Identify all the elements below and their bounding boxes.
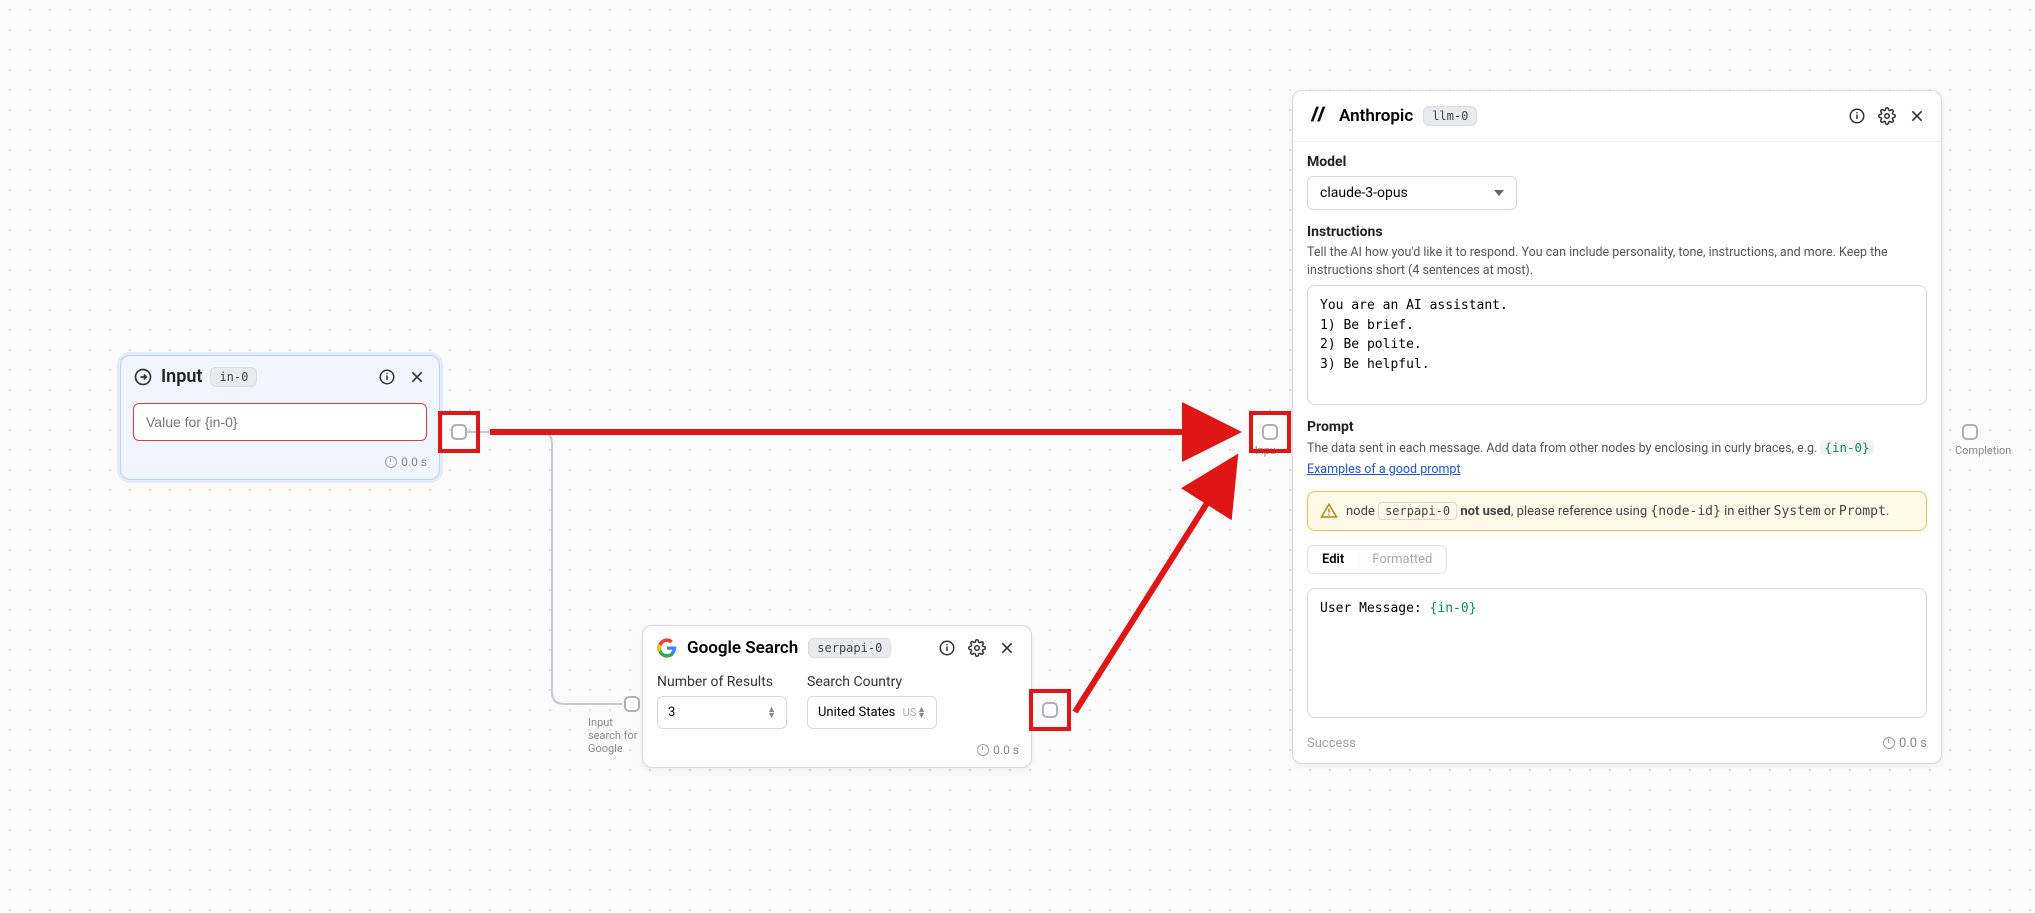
instructions-textarea[interactable]: You are an AI assistant. 1) Be brief. 2)… [1307,285,1927,405]
num-results-stepper[interactable]: 3 ▲▼ [657,696,787,729]
input-node-footer: 0.0 s [121,449,439,479]
google-node-title: Google Search [687,638,798,658]
input-value-field[interactable] [133,403,427,441]
warning-icon [1320,502,1338,520]
model-select[interactable]: claude-3-opus [1307,176,1517,210]
close-icon[interactable] [997,638,1017,658]
input-node-header: Input in-0 [121,356,439,397]
warning-banner: node serpapi-0 not used, please referenc… [1307,491,1927,531]
google-icon [657,638,677,658]
anthropic-status: Success [1307,736,1356,751]
annotation-box-anthropic-in [1249,411,1291,453]
model-label: Model [1307,154,1927,170]
google-in-port-label: Input search for Google [588,716,648,756]
search-country-value: United States [818,705,895,720]
prompt-view-tabs: Edit Formatted [1307,545,1447,574]
anthropic-node-badge: llm-0 [1423,106,1477,126]
tab-edit[interactable]: Edit [1308,546,1358,573]
annotation-box-google-out [1029,689,1071,731]
search-country-select[interactable]: United States US ▲▼ [807,696,937,729]
input-node-title: Input [161,366,202,387]
google-node-badge: serpapi-0 [808,638,891,658]
prompt-examples-link[interactable]: Examples of a good prompt [1307,462,1461,477]
chevron-down-icon [1494,190,1504,196]
prompt-label: Prompt [1307,419,1927,435]
google-node-footer: 0.0 s [643,737,1031,767]
anthropic-node-title: Anthropic [1339,106,1413,126]
annotation-box-input-out [438,411,480,453]
clock-icon [1883,737,1895,749]
input-node-badge: in-0 [210,367,257,387]
prompt-help: The data sent in each message. Add data … [1307,439,1927,458]
instructions-help: Tell the AI how you'd like it to respond… [1307,244,1927,279]
google-node-in-port[interactable] [624,696,640,712]
num-results-label: Number of Results [657,674,787,690]
search-country-label: Search Country [807,674,937,690]
anthropic-node[interactable]: Anthropic llm-0 Model claude-3-opus [1292,90,1942,764]
anthropic-icon [1307,103,1329,129]
anthropic-node-out-port[interactable] [1962,424,1978,440]
flow-canvas[interactable]: Input in-0 0.0 s Google [0,0,2035,913]
clock-icon [385,456,397,468]
stepper-arrows-icon: ▲▼ [917,707,926,719]
instructions-label: Instructions [1307,224,1927,240]
model-value: claude-3-opus [1320,185,1408,201]
input-node-time: 0.0 s [401,455,427,469]
google-node-header: Google Search serpapi-0 [643,626,1031,670]
tab-formatted[interactable]: Formatted [1358,546,1446,573]
info-icon[interactable] [937,638,957,658]
google-search-node[interactable]: Google Search serpapi-0 Number of Result… [642,625,1032,768]
gear-icon[interactable] [967,638,987,658]
info-icon[interactable] [377,367,397,387]
search-country-code: US [903,706,917,719]
stepper-arrows-icon: ▲▼ [767,707,776,719]
anthropic-time: 0.0 s [1899,736,1927,751]
info-icon[interactable] [1847,106,1867,126]
anthropic-out-port-label: Completion [1955,444,2015,457]
google-node-time: 0.0 s [993,743,1019,757]
input-node[interactable]: Input in-0 0.0 s [120,355,440,480]
prompt-textarea[interactable]: User Message: {in-0} [1307,588,1927,718]
anthropic-node-header: Anthropic llm-0 [1293,91,1941,142]
gear-icon[interactable] [1877,106,1897,126]
num-results-value: 3 [668,705,675,720]
close-icon[interactable] [407,367,427,387]
clock-icon [977,744,989,756]
input-icon [133,367,153,387]
close-icon[interactable] [1907,106,1927,126]
